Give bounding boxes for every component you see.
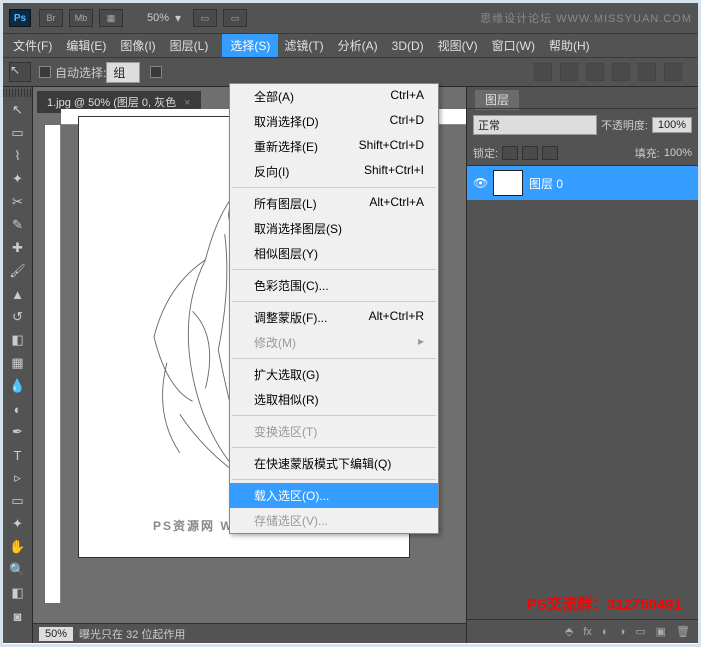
- lock-position-icon[interactable]: [522, 146, 538, 160]
- delete-icon[interactable]: 🗑: [676, 625, 690, 638]
- align-1[interactable]: [534, 63, 552, 81]
- menu-3d[interactable]: 3D(D): [392, 39, 424, 53]
- lock-all-icon[interactable]: [542, 146, 558, 160]
- menu-image[interactable]: 图像(I): [120, 37, 155, 54]
- zoom-tool[interactable]: 🔍: [5, 559, 31, 581]
- menu-select[interactable]: 选择(S): [222, 34, 278, 57]
- bridge-icon[interactable]: Br: [39, 9, 63, 27]
- menu-item[interactable]: 修改(M)▸: [230, 330, 438, 355]
- blend-mode-select[interactable]: 正常: [473, 115, 597, 135]
- blur-tool[interactable]: 💧: [5, 375, 31, 397]
- menu-view[interactable]: 视图(V): [438, 37, 478, 54]
- arrange-icon[interactable]: ▭: [193, 9, 217, 27]
- align-buttons: [534, 63, 692, 81]
- align-4[interactable]: [612, 63, 630, 81]
- menu-item[interactable]: 变换选区(T): [230, 419, 438, 444]
- layer-thumbnail[interactable]: [493, 170, 523, 196]
- auto-select-checkbox[interactable]: [39, 66, 51, 78]
- layers-tab[interactable]: 图层: [475, 90, 519, 110]
- menu-edit[interactable]: 编辑(E): [66, 37, 106, 54]
- menu-item[interactable]: 所有图层(L)Alt+Ctrl+A: [230, 191, 438, 216]
- stamp-tool[interactable]: ▲: [5, 283, 31, 305]
- menu-item[interactable]: 存储选区(V)...: [230, 508, 438, 533]
- crop-tool[interactable]: ✂: [5, 191, 31, 213]
- menu-item[interactable]: 重新选择(E)Shift+Ctrl+D: [230, 134, 438, 159]
- fill-label: 填充:: [635, 145, 660, 161]
- select-menu-dropdown: 全部(A)Ctrl+A取消选择(D)Ctrl+D重新选择(E)Shift+Ctr…: [229, 83, 439, 534]
- menu-file[interactable]: 文件(F): [13, 37, 52, 54]
- opacity-label: 不透明度:: [601, 117, 648, 133]
- menu-item[interactable]: 扩大选取(G): [230, 362, 438, 387]
- menu-item[interactable]: 相似图层(Y): [230, 241, 438, 266]
- brush-tool[interactable]: 🖌: [5, 260, 31, 282]
- history-brush-tool[interactable]: ↺: [5, 306, 31, 328]
- layer-row[interactable]: 👁 图层 0: [467, 166, 698, 200]
- ps-logo: Ps: [9, 9, 31, 27]
- visibility-icon[interactable]: 👁: [473, 176, 487, 190]
- adjustment-icon[interactable]: ◑: [619, 626, 626, 638]
- screenmode-icon[interactable]: ▭: [223, 9, 247, 27]
- link-layers-icon[interactable]: ⬘: [565, 625, 573, 638]
- healing-tool[interactable]: ✚: [5, 237, 31, 259]
- wand-tool[interactable]: ✦: [5, 168, 31, 190]
- menu-item[interactable]: 取消选择图层(S): [230, 216, 438, 241]
- menu-window[interactable]: 窗口(W): [492, 37, 535, 54]
- dodge-tool[interactable]: ◐: [5, 398, 31, 420]
- hand-tool[interactable]: ✋: [5, 536, 31, 558]
- menu-item[interactable]: 调整蒙版(F)...Alt+Ctrl+R: [230, 305, 438, 330]
- menu-help[interactable]: 帮助(H): [549, 37, 590, 54]
- zoom-display[interactable]: 50%: [147, 12, 169, 24]
- shape-tool[interactable]: ▭: [5, 490, 31, 512]
- menu-item[interactable]: 色彩范围(C)...: [230, 273, 438, 298]
- menu-item[interactable]: 在快速蒙版模式下编辑(Q): [230, 451, 438, 476]
- status-zoom[interactable]: 50%: [39, 627, 73, 641]
- group-icon[interactable]: ▭: [635, 625, 645, 638]
- fill-field[interactable]: 100%: [664, 147, 692, 159]
- move-tool-icon[interactable]: ↖: [9, 62, 31, 82]
- close-tab-icon[interactable]: ×: [184, 97, 190, 109]
- move-tool[interactable]: ↖: [5, 99, 31, 121]
- path-tool[interactable]: ▹: [5, 467, 31, 489]
- pen-tool[interactable]: ✒: [5, 421, 31, 443]
- quickmask-tool[interactable]: ◙: [5, 605, 31, 627]
- menu-item[interactable]: 全部(A)Ctrl+A: [230, 84, 438, 109]
- type-tool[interactable]: T: [5, 444, 31, 466]
- mask-icon[interactable]: ◐: [602, 626, 609, 638]
- eraser-tool[interactable]: ◧: [5, 329, 31, 351]
- swatch-tool[interactable]: ◧: [5, 582, 31, 604]
- menu-item[interactable]: 取消选择(D)Ctrl+D: [230, 109, 438, 134]
- align-5[interactable]: [638, 63, 656, 81]
- align-3[interactable]: [586, 63, 604, 81]
- menu-item[interactable]: 反向(I)Shift+Ctrl+I: [230, 159, 438, 184]
- show-transform-checkbox[interactable]: [150, 66, 162, 78]
- menubar: 文件(F) 编辑(E) 图像(I) 图层(L) 选择(S) 滤镜(T) 分析(A…: [3, 33, 698, 57]
- menu-item[interactable]: 载入选区(O)...: [230, 483, 438, 508]
- eyedropper-tool[interactable]: ✎: [5, 214, 31, 236]
- fx-icon[interactable]: fx: [583, 626, 592, 638]
- marquee-tool[interactable]: ▭: [5, 122, 31, 144]
- ruler-vertical: [45, 125, 61, 603]
- auto-select-target[interactable]: 组: [106, 62, 140, 83]
- lasso-tool[interactable]: ⌇: [5, 145, 31, 167]
- menu-item[interactable]: 选取相似(R): [230, 387, 438, 412]
- view-extras-icon[interactable]: ▦: [99, 9, 123, 27]
- toolbox: ↖ ▭ ⌇ ✦ ✂ ✎ ✚ 🖌 ▲ ↺ ◧ ▦ 💧 ◐ ✒ T ▹ ▭ ✦ ✋ …: [3, 87, 33, 643]
- watermark-top: 思缘设计论坛 WWW.MISSYUAN.COM: [480, 10, 692, 26]
- opacity-field[interactable]: 100%: [652, 117, 692, 133]
- layer-name[interactable]: 图层 0: [529, 175, 563, 192]
- auto-select-label: 自动选择:: [55, 64, 106, 81]
- align-6[interactable]: [664, 63, 682, 81]
- status-message: 曝光只在 32 位起作用: [79, 626, 185, 642]
- menu-filter[interactable]: 滤镜(T): [284, 37, 323, 54]
- lock-pixels-icon[interactable]: [502, 146, 518, 160]
- align-2[interactable]: [560, 63, 578, 81]
- menu-analysis[interactable]: 分析(A): [338, 37, 378, 54]
- gradient-tool[interactable]: ▦: [5, 352, 31, 374]
- new-layer-icon[interactable]: ▣: [656, 625, 666, 638]
- minibridge-icon[interactable]: Mb: [69, 9, 93, 27]
- menu-layer[interactable]: 图层(L): [170, 37, 209, 54]
- lock-label: 锁定:: [473, 145, 498, 161]
- qq-group-watermark: PS交流群：312750491: [527, 593, 682, 614]
- 3d-tool[interactable]: ✦: [5, 513, 31, 535]
